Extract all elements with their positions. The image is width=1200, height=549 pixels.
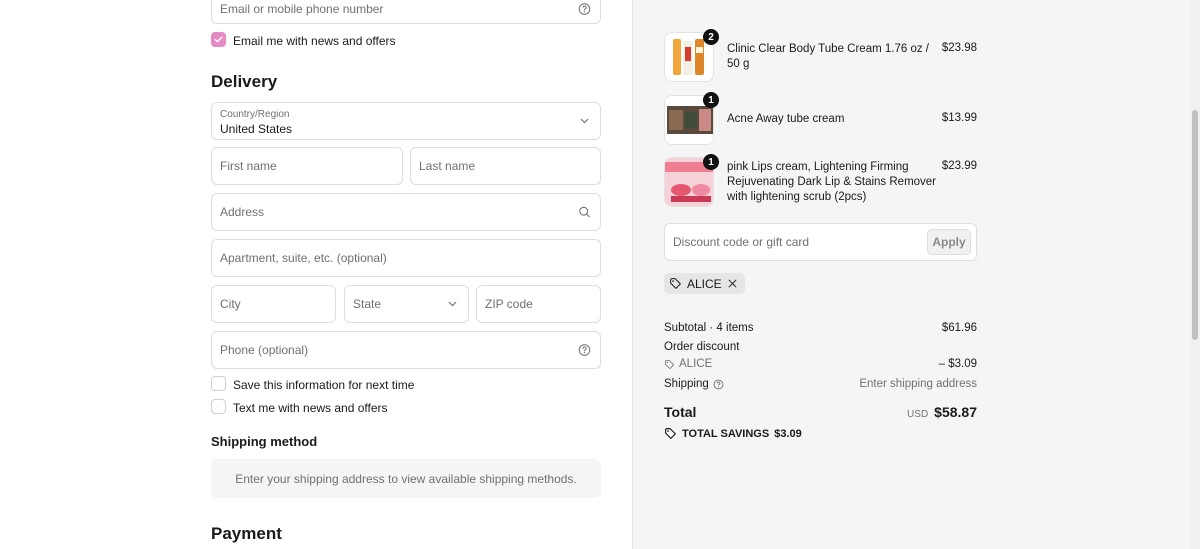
news-checkbox[interactable] bbox=[211, 32, 226, 47]
cart-item: 1 Acne Away tube cream $13.99 bbox=[664, 92, 977, 147]
text-me-label: Text me with news and offers bbox=[233, 401, 388, 415]
delivery-title: Delivery bbox=[211, 72, 278, 91]
zip-placeholder: ZIP code bbox=[485, 297, 533, 311]
help-icon[interactable] bbox=[578, 3, 591, 16]
shipping-notice: Enter your shipping address to view avai… bbox=[211, 459, 601, 498]
discount-field[interactable]: Discount code or gift card Apply bbox=[664, 223, 977, 261]
item-price: $23.99 bbox=[941, 160, 977, 172]
payment-title: Payment bbox=[211, 524, 282, 543]
applied-discount-tag: ALICE bbox=[664, 273, 745, 294]
cart-item: 2 Clinic Clear Body Tube Cream 1.76 oz /… bbox=[664, 29, 977, 84]
applied-code: ALICE bbox=[687, 276, 722, 291]
country-value: United States bbox=[220, 122, 293, 136]
subtotal-row: Subtotal · 4 items $61.96 bbox=[664, 322, 977, 337]
check-icon bbox=[214, 36, 223, 43]
phone-placeholder: Phone (optional) bbox=[220, 343, 309, 357]
total-row: Total USD $58.87 bbox=[664, 404, 977, 424]
email-placeholder: Email or mobile phone number bbox=[220, 2, 384, 17]
chevron-down-icon bbox=[448, 301, 457, 307]
savings-label: TOTAL SAVINGS bbox=[682, 427, 770, 440]
shipping-label-wrap: Shipping bbox=[664, 378, 724, 390]
news-label: Email me with news and offers bbox=[233, 34, 396, 48]
country-select[interactable]: Country/Region United States bbox=[211, 102, 601, 140]
shipping-method-title: Shipping method bbox=[211, 434, 318, 449]
savings-row: TOTAL SAVINGS $3.09 bbox=[664, 427, 977, 443]
last-name-field[interactable]: Last name bbox=[410, 147, 601, 185]
order-discount-label: Order discount bbox=[664, 341, 740, 353]
quantity-badge: 2 bbox=[703, 29, 719, 45]
close-icon[interactable] bbox=[727, 278, 738, 289]
tag-icon bbox=[664, 359, 675, 369]
apartment-placeholder: Apartment, suite, etc. (optional) bbox=[220, 251, 387, 265]
zip-field[interactable]: ZIP code bbox=[476, 285, 601, 323]
total-value: $58.87 bbox=[934, 404, 977, 420]
phone-field[interactable]: Phone (optional) bbox=[211, 331, 601, 369]
city-placeholder: City bbox=[220, 297, 241, 311]
savings-value: $3.09 bbox=[774, 427, 802, 440]
first-name-placeholder: First name bbox=[220, 159, 277, 173]
item-price: $23.98 bbox=[941, 42, 977, 54]
city-field[interactable]: City bbox=[211, 285, 336, 323]
chevron-down-icon bbox=[580, 118, 589, 124]
savings-wrap: TOTAL SAVINGS $3.09 bbox=[664, 427, 802, 440]
last-name-placeholder: Last name bbox=[419, 159, 476, 173]
item-name: pink Lips cream, Lightening Firming Reju… bbox=[727, 161, 937, 203]
state-select[interactable]: State bbox=[344, 285, 469, 323]
discount-code-row: ALICE – $3.09 bbox=[664, 358, 977, 373]
subtotal-label: Subtotal · 4 items bbox=[664, 322, 754, 334]
cart-item: 1 pink Lips cream, Lightening Firming Re… bbox=[664, 154, 977, 209]
search-icon bbox=[579, 206, 590, 218]
total-label: Total bbox=[664, 404, 697, 420]
country-label: Country/Region bbox=[220, 109, 290, 120]
total-wrap: USD $58.87 bbox=[907, 404, 977, 420]
quantity-badge: 1 bbox=[703, 92, 719, 108]
state-placeholder: State bbox=[353, 297, 382, 311]
order-discount-row: Order discount bbox=[664, 341, 977, 356]
first-name-field[interactable]: First name bbox=[211, 147, 403, 185]
checkout-form: Email or mobile phone number Email me wi… bbox=[0, 0, 632, 549]
item-name: Clinic Clear Body Tube Cream 1.76 oz / 5… bbox=[727, 43, 929, 70]
discount-value: – $3.09 bbox=[938, 358, 977, 370]
currency-code: USD bbox=[907, 409, 929, 420]
discount-code: ALICE bbox=[679, 358, 713, 370]
apartment-field[interactable]: Apartment, suite, etc. (optional) bbox=[211, 239, 601, 277]
discount-code-wrap: ALICE bbox=[664, 358, 712, 370]
discount-placeholder: Discount code or gift card bbox=[673, 235, 810, 249]
shipping-row: Shipping Enter shipping address bbox=[664, 378, 977, 393]
shipping-label: Shipping bbox=[664, 378, 709, 390]
apply-button[interactable]: Apply bbox=[927, 229, 971, 255]
scrollbar[interactable] bbox=[1190, 0, 1200, 549]
help-icon[interactable] bbox=[578, 344, 591, 357]
email-field[interactable]: Email or mobile phone number bbox=[211, 0, 601, 24]
item-name: Acne Away tube cream bbox=[727, 113, 845, 125]
save-info-label: Save this information for next time bbox=[233, 378, 415, 392]
quantity-badge: 1 bbox=[703, 154, 719, 170]
tag-icon bbox=[670, 278, 681, 289]
subtotal-value: $61.96 bbox=[941, 322, 977, 334]
item-price: $13.99 bbox=[941, 112, 977, 124]
address-placeholder: Address bbox=[220, 205, 265, 219]
help-icon[interactable] bbox=[713, 379, 724, 390]
scrollbar-thumb[interactable] bbox=[1192, 110, 1198, 340]
address-field[interactable]: Address bbox=[211, 193, 601, 231]
text-me-checkbox[interactable] bbox=[211, 399, 226, 414]
shipping-value: Enter shipping address bbox=[859, 378, 977, 390]
save-info-checkbox[interactable] bbox=[211, 376, 226, 391]
tag-icon bbox=[665, 428, 676, 439]
